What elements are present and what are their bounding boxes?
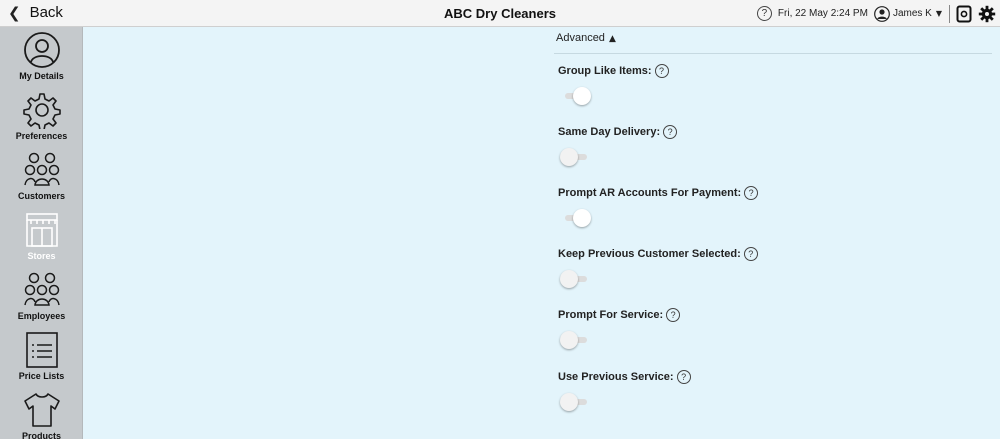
- store-icon: [25, 213, 58, 247]
- sidebar-item-label: Stores: [27, 251, 56, 261]
- sidebar-item-label: Customers: [17, 191, 65, 201]
- setting-group-like-items: Group Like Items:?: [558, 62, 988, 120]
- sidebar-item-customers[interactable]: Customers: [0, 151, 83, 209]
- sidebar-item-label: Price Lists: [18, 371, 65, 381]
- setting-label: Use Previous Service:: [558, 370, 674, 383]
- setting-use-previous-service: Use Previous Service:?: [558, 368, 988, 426]
- advanced-section-header: Advanced ▲: [554, 26, 992, 54]
- setting-keep-previous-customer: Keep Previous Customer Selected:?: [558, 245, 988, 303]
- help-icon[interactable]: ?: [756, 6, 772, 21]
- customers-group-icon: [23, 152, 60, 186]
- sidebar-item-my-details[interactable]: My Details: [0, 31, 83, 89]
- divider: [949, 4, 950, 23]
- setting-label: Prompt AR Accounts For Payment:: [558, 186, 742, 199]
- back-button[interactable]: ❮ Back: [8, 4, 63, 22]
- setting-label: Same Day Delivery:: [558, 125, 661, 138]
- help-icon[interactable]: ?: [676, 369, 691, 384]
- sidebar-item-preferences[interactable]: Preferences: [0, 91, 83, 149]
- sidebar-item-products[interactable]: Products: [0, 391, 83, 439]
- setting-label: Group Like Items:: [558, 64, 652, 77]
- datetime-display: Fri, 22 May 2:24 PM: [777, 8, 868, 19]
- gear-icon: [22, 93, 61, 129]
- price-list-icon: [25, 332, 58, 368]
- sidebar-item-label: My Details: [19, 71, 64, 81]
- same-day-delivery-toggle[interactable]: [560, 148, 588, 166]
- keep-previous-customer-toggle[interactable]: [560, 270, 588, 288]
- help-icon[interactable]: ?: [654, 63, 669, 78]
- sidebar-item-label: Employees: [17, 311, 66, 321]
- setting-same-day-delivery: Same Day Delivery:?: [558, 123, 988, 181]
- group-like-items-toggle[interactable]: [560, 87, 591, 105]
- help-icon[interactable]: ?: [743, 246, 758, 261]
- shirt-icon: [23, 393, 60, 427]
- back-label: Back: [29, 4, 63, 21]
- user-avatar-icon[interactable]: [874, 5, 890, 22]
- sidebar-item-price-lists[interactable]: Price Lists: [0, 331, 83, 389]
- advanced-label: Advanced: [556, 32, 605, 44]
- chevron-left-icon: ❮: [8, 4, 21, 22]
- advanced-toggle[interactable]: Advanced ▲: [556, 32, 616, 44]
- setting-label: Keep Previous Customer Selected:: [558, 247, 741, 260]
- user-circle-icon: [23, 32, 60, 68]
- setting-label: Prompt For Service:: [558, 308, 664, 321]
- setting-prompt-ar-accounts: Prompt AR Accounts For Payment:?: [558, 184, 988, 242]
- prompt-for-service-toggle[interactable]: [560, 331, 588, 349]
- gear-icon[interactable]: [978, 5, 996, 23]
- sidebar-item-stores[interactable]: Stores: [0, 211, 83, 269]
- user-menu-name[interactable]: James K: [893, 8, 932, 19]
- use-previous-service-toggle[interactable]: [560, 393, 588, 411]
- employees-group-icon: [23, 272, 60, 306]
- help-icon[interactable]: ?: [663, 124, 678, 139]
- caret-down-icon[interactable]: ▼: [936, 9, 942, 18]
- tablet-icon[interactable]: [955, 5, 973, 23]
- help-icon[interactable]: ?: [666, 307, 681, 322]
- help-icon[interactable]: ?: [744, 185, 759, 200]
- setting-prompt-for-service: Prompt For Service:?: [558, 306, 988, 364]
- sidebar-item-label: Products: [21, 431, 61, 439]
- sidebar-item-label: Preferences: [15, 131, 68, 141]
- prompt-ar-accounts-toggle[interactable]: [560, 209, 591, 227]
- sidebar-item-employees[interactable]: Employees: [0, 271, 83, 329]
- top-right-group: ? Fri, 22 May 2:24 PM James K ▼: [756, 3, 996, 24]
- caret-up-icon: ▲: [608, 34, 616, 44]
- top-bar: ❮ Back ABC Dry Cleaners ? Fri, 22 May 2:…: [0, 0, 1000, 27]
- sidebar: My Details Preferences Customers Stores …: [0, 27, 83, 439]
